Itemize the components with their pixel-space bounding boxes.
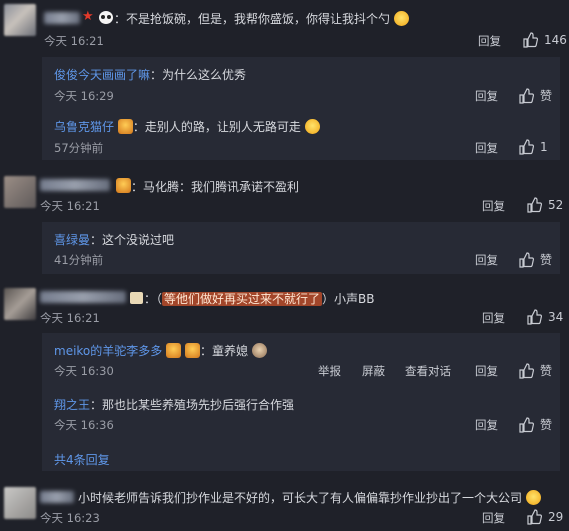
username[interactable] bbox=[44, 12, 80, 24]
reply-button[interactable]: 回复 bbox=[475, 363, 498, 379]
reply-text: meiko的羊驼李多多 ：童养媳 bbox=[54, 342, 267, 359]
level-badge-icon bbox=[116, 178, 131, 193]
thumb-up-icon bbox=[519, 87, 534, 104]
thumb-up-icon bbox=[519, 139, 534, 155]
avatar[interactable] bbox=[4, 288, 36, 320]
thumb-up-icon bbox=[527, 309, 542, 325]
thumb-up-icon bbox=[523, 32, 538, 48]
like-count: 1 bbox=[540, 140, 548, 154]
like-button[interactable]: 赞 bbox=[518, 251, 552, 268]
level-badge-icon bbox=[184, 343, 200, 358]
reply-time: 今天 16:36 bbox=[54, 418, 114, 432]
panda-badge-icon bbox=[99, 11, 113, 24]
comment-time: 今天 16:21 bbox=[40, 199, 100, 213]
comment-time: 今天 16:21 bbox=[40, 311, 100, 325]
like-button[interactable]: 1 bbox=[518, 139, 548, 155]
like-label: 赞 bbox=[540, 418, 553, 432]
reply-time: 41分钟前 bbox=[54, 253, 104, 267]
image-badge-icon bbox=[130, 292, 143, 304]
like-button[interactable]: 29 bbox=[526, 509, 563, 525]
avatar[interactable] bbox=[4, 176, 36, 208]
like-label: 赞 bbox=[540, 364, 553, 378]
username[interactable] bbox=[40, 179, 110, 191]
like-button[interactable]: 赞 bbox=[518, 416, 552, 433]
like-count: 146 bbox=[544, 33, 567, 47]
reply-username[interactable]: meiko的羊驼李多多 bbox=[54, 344, 162, 358]
like-count: 29 bbox=[548, 510, 564, 524]
level-badge-icon bbox=[166, 343, 182, 358]
like-label: 赞 bbox=[540, 253, 553, 267]
reply-time: 今天 16:30 bbox=[54, 364, 114, 378]
more-replies-link[interactable]: 共4条回复 bbox=[54, 451, 110, 468]
comment-time: 今天 16:23 bbox=[40, 511, 100, 525]
thumb-up-icon bbox=[519, 251, 534, 268]
reply-username[interactable]: 乌鲁克猫仔 bbox=[54, 120, 114, 134]
level-badge-icon bbox=[117, 119, 133, 134]
reply-time: 今天 16:29 bbox=[54, 89, 114, 103]
thumb-up-icon bbox=[519, 416, 534, 433]
reply-username[interactable]: 喜绿曼 bbox=[54, 233, 90, 247]
username[interactable] bbox=[40, 491, 74, 503]
like-button[interactable]: 赞 bbox=[518, 87, 552, 104]
smile-emoji-icon bbox=[525, 490, 541, 505]
smile-emoji-icon bbox=[304, 119, 320, 134]
smile-emoji-icon bbox=[393, 11, 409, 26]
reply-text: 乌鲁克猫仔 ：走别人的路，让别人无路可走 bbox=[54, 118, 320, 135]
block-button[interactable]: 屏蔽 bbox=[362, 363, 385, 379]
reply-button[interactable]: 回复 bbox=[482, 198, 505, 214]
like-count: 52 bbox=[548, 198, 564, 212]
reply-button[interactable]: 回复 bbox=[475, 252, 498, 268]
reply-button[interactable]: 回复 bbox=[482, 510, 505, 526]
like-button[interactable]: 赞 bbox=[518, 362, 552, 379]
reply-username[interactable]: 俊俊今天画画了嘛 bbox=[54, 68, 150, 82]
reply-username[interactable]: 翔之王 bbox=[54, 398, 90, 412]
thumb-up-icon bbox=[519, 362, 534, 379]
reply-text: 翔之王：那也比某些养殖场先抄后强行合作强 bbox=[54, 398, 295, 412]
comment-time: 今天 16:21 bbox=[44, 34, 104, 48]
avatar[interactable] bbox=[4, 4, 36, 36]
reply-text: 喜绿曼：这个没说过吧 bbox=[54, 233, 175, 247]
sticker-emoji-icon bbox=[251, 343, 267, 358]
reply-button[interactable]: 回复 bbox=[478, 33, 501, 49]
reply-button[interactable]: 回复 bbox=[475, 140, 498, 156]
comment-text: 小时候老师告诉我们抄作业是不好的，可长大了有人偏偏靠抄作业抄出了一个大公司 bbox=[78, 489, 541, 506]
reply-button[interactable]: 回复 bbox=[475, 88, 498, 104]
comment-text: ：马化腾：我们腾讯承诺不盈利 bbox=[131, 180, 300, 194]
comment-text: ：（ 等他们做好再买过来不就行了 ）小声BB bbox=[144, 292, 375, 306]
comment-text: ：不是抢饭碗，但是，我帮你盛饭，你得让我抖个勺 bbox=[114, 10, 409, 27]
reply-button[interactable]: 回复 bbox=[475, 417, 498, 433]
username[interactable] bbox=[40, 291, 126, 303]
star-icon: ★ bbox=[82, 9, 94, 24]
like-button[interactable]: 34 bbox=[526, 309, 563, 325]
thumb-up-icon bbox=[527, 197, 542, 213]
like-label: 赞 bbox=[540, 89, 553, 103]
report-button[interactable]: 举报 bbox=[318, 363, 341, 379]
view-dialog-button[interactable]: 查看对话 bbox=[405, 363, 451, 379]
reply-time: 57分钟前 bbox=[54, 141, 104, 155]
like-button[interactable]: 52 bbox=[526, 197, 563, 213]
reply-button[interactable]: 回复 bbox=[482, 310, 505, 326]
reply-text: 俊俊今天画画了嘛：为什么这么优秀 bbox=[54, 68, 247, 82]
thumb-up-icon bbox=[527, 509, 542, 525]
highlighted-text: 等他们做好再买过来不就行了 bbox=[162, 292, 323, 306]
like-button[interactable]: 146 bbox=[522, 32, 567, 48]
avatar[interactable] bbox=[4, 487, 36, 519]
like-count: 34 bbox=[548, 310, 564, 324]
